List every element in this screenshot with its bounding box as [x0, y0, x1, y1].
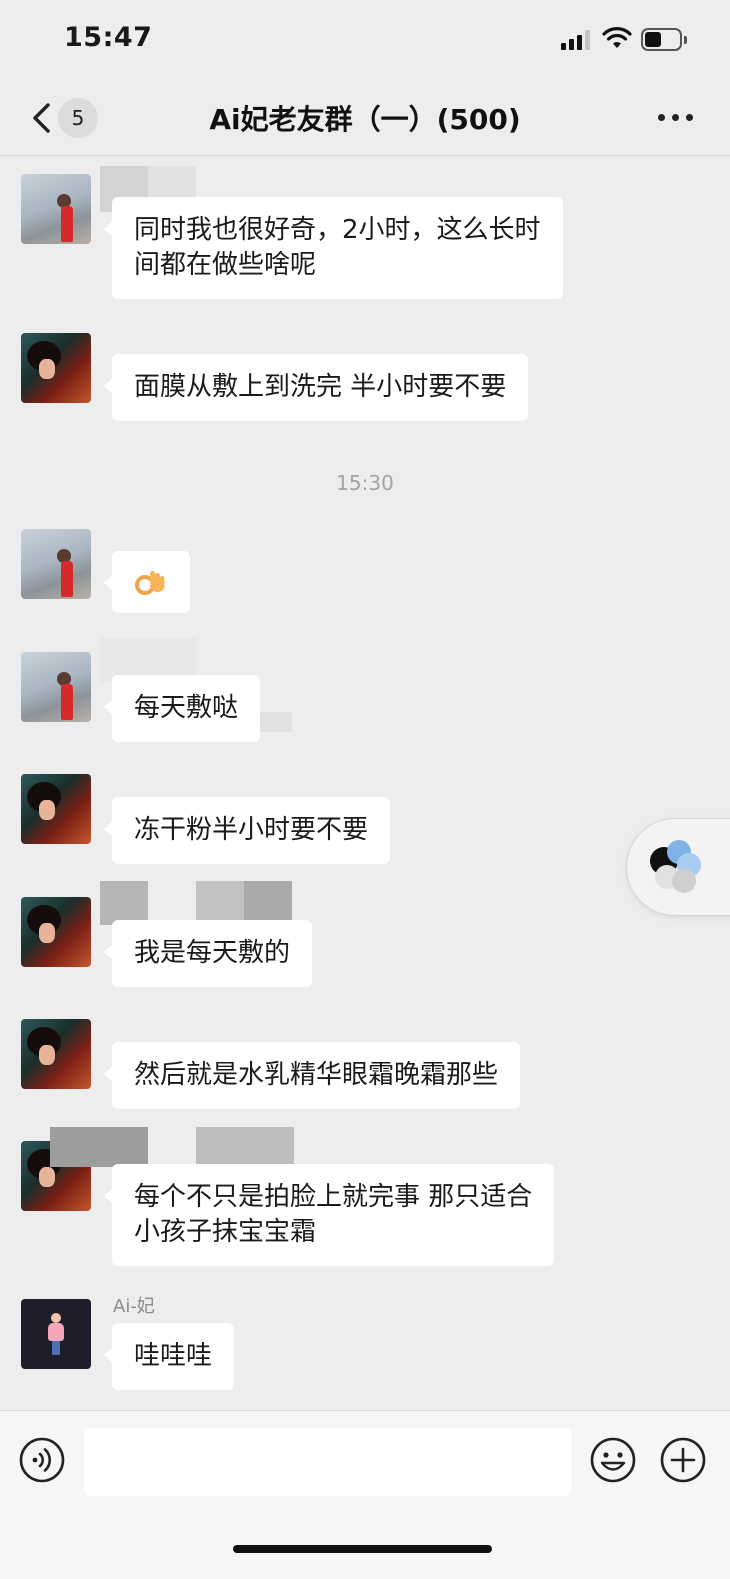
message-row: 每个不只是拍脸上就完事 那只适合 小孩子抹宝宝霜	[0, 1127, 730, 1269]
message-bubble[interactable]: 每天敷哒	[103, 675, 261, 742]
message-text: 我是每天敷的	[134, 938, 291, 968]
pixelated-name	[100, 881, 148, 925]
avatar[interactable]	[21, 652, 91, 722]
message-text: 哇哇哇	[134, 1341, 213, 1371]
floating-window-tab[interactable]	[626, 818, 730, 916]
nav-bar: 5 Ai妃老友群（一）(500)	[0, 80, 730, 156]
message-row: 每天敷哒	[0, 638, 730, 744]
signal-bars-icon	[561, 30, 593, 50]
message-text: 每个不只是拍脸上就完事 那只适合	[134, 1182, 533, 1212]
avatar[interactable]	[21, 774, 91, 844]
message-text: 小孩子抹宝宝霜	[134, 1217, 317, 1247]
message-text: 然后就是水乳精华眼霜晚霜那些	[134, 1060, 499, 1090]
status-bar: 15:47	[0, 0, 730, 80]
chevron-left-icon	[33, 103, 50, 133]
time-divider: 15:30	[336, 471, 394, 495]
message-input-bar	[0, 1410, 730, 1579]
message-bubble[interactable]: 冻干粉半小时要不要	[103, 797, 391, 864]
avatar[interactable]	[21, 174, 91, 244]
message-row: Ai-妃 哇哇哇	[0, 1296, 730, 1397]
avatar[interactable]	[21, 1019, 91, 1089]
chat-message-list[interactable]: 同时我也很好奇，2小时，这么长时 间都在做些啥呢 面膜从敷上到洗完 半小时要不要…	[0, 157, 730, 1410]
pixelated-name	[50, 1127, 148, 1167]
message-bubble[interactable]	[104, 551, 190, 613]
message-row: 面膜从敷上到洗完 半小时要不要	[0, 333, 730, 423]
avatar[interactable]	[21, 333, 91, 403]
message-row: 冻干粉半小时要不要	[0, 774, 730, 866]
emoji-smile-icon[interactable]	[589, 1436, 637, 1484]
message-row: 同时我也很好奇，2小时，这么长时 间都在做些啥呢	[0, 166, 730, 302]
voice-icon[interactable]	[18, 1436, 66, 1484]
message-bubble[interactable]: 然后就是水乳精华眼霜晚霜那些	[103, 1042, 521, 1109]
avatar[interactable]	[21, 897, 91, 967]
more-button[interactable]	[656, 102, 696, 132]
battery-icon	[641, 28, 687, 51]
ok-hand-emoji	[135, 571, 165, 595]
message-row	[0, 529, 730, 621]
message-text: 同时我也很好奇，2小时，这么长时	[134, 215, 541, 245]
wifi-icon	[602, 27, 632, 48]
message-bubble[interactable]: 我是每天敷的	[103, 920, 313, 987]
message-bubble[interactable]: 每个不只是拍脸上就完事 那只适合 小孩子抹宝宝霜	[103, 1164, 555, 1266]
message-text: 每天敷哒	[134, 693, 239, 723]
back-button[interactable]: 5	[22, 96, 102, 140]
message-row: 然后就是水乳精华眼霜晚霜那些	[0, 1019, 730, 1111]
plus-circle-icon[interactable]	[659, 1436, 707, 1484]
message-text: 间都在做些啥呢	[134, 250, 317, 280]
message-bubble[interactable]: 哇哇哇	[103, 1323, 235, 1390]
avatar[interactable]	[21, 529, 91, 599]
message-row: 我是每天敷的	[0, 881, 730, 989]
home-indicator[interactable]	[233, 1545, 492, 1553]
message-bubble[interactable]: 面膜从敷上到洗完 半小时要不要	[103, 354, 529, 421]
mini-program-float-icon	[650, 840, 701, 893]
message-bubble[interactable]: 同时我也很好奇，2小时，这么长时 间都在做些啥呢	[104, 197, 563, 299]
message-text: 冻干粉半小时要不要	[134, 815, 369, 845]
unread-count-badge: 5	[58, 98, 98, 138]
message-input[interactable]	[84, 1428, 571, 1496]
avatar[interactable]	[21, 1299, 91, 1369]
sender-name: Ai-妃	[113, 1296, 155, 1317]
status-time: 15:47	[64, 22, 153, 53]
chat-title: Ai妃老友群（一）(500)	[209, 103, 521, 136]
message-text: 面膜从敷上到洗完 半小时要不要	[134, 372, 507, 402]
